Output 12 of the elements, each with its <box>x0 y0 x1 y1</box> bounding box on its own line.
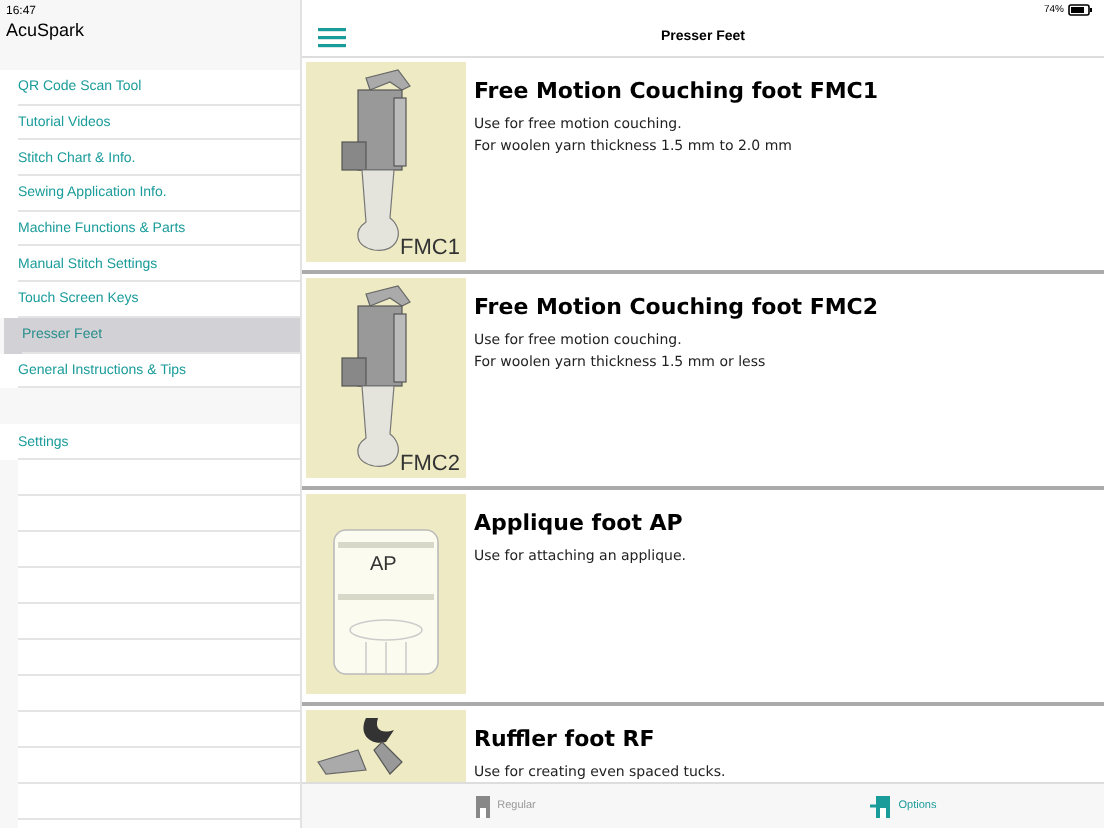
foot-title: Free Motion Couching foot FMC2 <box>474 294 879 320</box>
foot-title: Applique foot AP <box>474 510 685 536</box>
menu-icon[interactable] <box>318 27 346 47</box>
foot-code-label: FMC1 <box>400 236 460 260</box>
ruffler-foot-drawing <box>317 718 403 775</box>
add-presser-foot-icon <box>870 795 891 817</box>
foot-title: Ruffler foot RF <box>474 726 657 752</box>
foot-code-label: FMC2 <box>400 452 460 476</box>
app-title: AcuSpark <box>6 20 87 40</box>
foot-title: Free Motion Couching foot FMC1 <box>474 78 879 104</box>
battery-icon <box>1068 3 1092 15</box>
foot-code-label: AP <box>370 554 397 576</box>
